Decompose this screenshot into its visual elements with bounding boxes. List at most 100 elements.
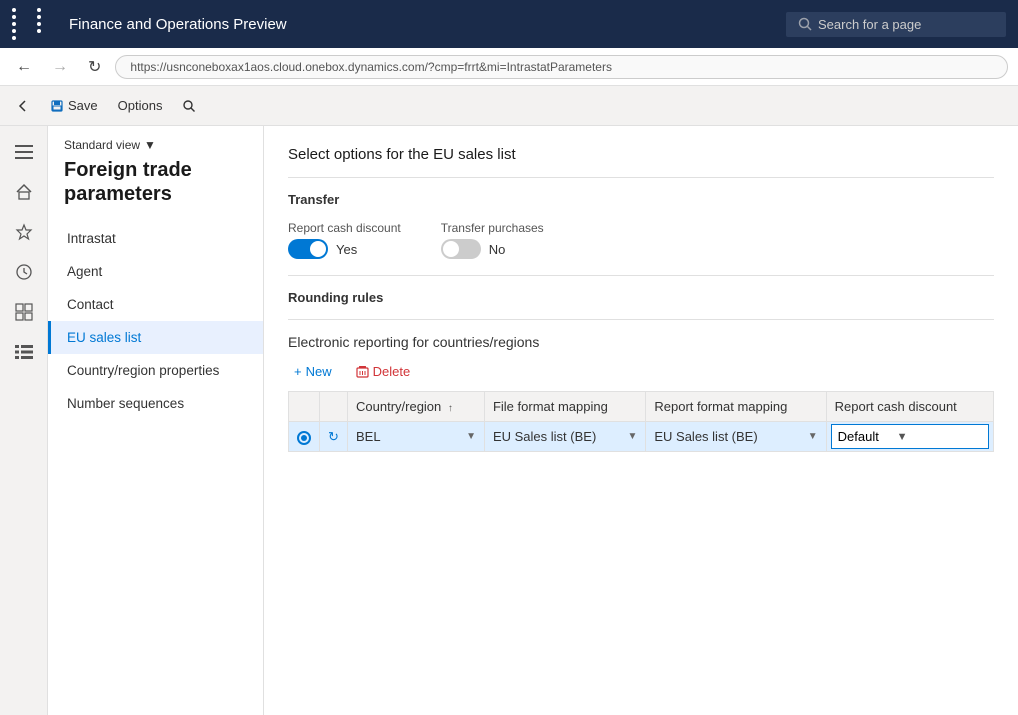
plus-icon: +	[294, 364, 302, 379]
home-icon[interactable]	[6, 174, 42, 210]
dropdown-chevron-icon: ▼	[897, 431, 908, 443]
report-cash-discount-toggle-row: Yes	[288, 239, 401, 259]
sidebar-item-number-sequences[interactable]: Number sequences	[48, 387, 263, 420]
nav-items: Intrastat Agent Contact EU sales list Co…	[48, 222, 263, 420]
options-button[interactable]: Options	[110, 94, 171, 117]
standard-view-selector[interactable]: Standard view ▼	[64, 138, 247, 152]
toggle-thumb-2	[443, 241, 459, 257]
th-country-region[interactable]: Country/region ↑	[348, 392, 485, 422]
back-button[interactable]: ←	[10, 54, 38, 80]
chevron-down-icon-3: ▼	[808, 431, 818, 442]
page-header: Standard view ▼ Foreign trade parameters	[48, 126, 263, 214]
options-label: Options	[118, 98, 163, 113]
trash-icon	[356, 365, 369, 378]
transfer-purchases-field: Transfer purchases No	[441, 221, 544, 259]
new-button[interactable]: + New	[288, 360, 338, 383]
chevron-down-icon: ▼	[144, 138, 156, 152]
new-label: New	[306, 364, 332, 379]
hamburger-icon[interactable]	[6, 134, 42, 170]
sidebar-item-intrastat[interactable]: Intrastat	[48, 222, 263, 255]
rounding-rules-title: Rounding rules	[288, 290, 994, 305]
standard-view-label: Standard view	[64, 138, 140, 152]
report-cash-discount-field: Report cash discount Yes	[288, 221, 401, 259]
save-label: Save	[68, 98, 98, 113]
dropdown-input[interactable]	[838, 429, 893, 444]
th-refresh	[320, 392, 348, 422]
back-nav-button[interactable]	[8, 95, 38, 117]
address-bar: ← → ↻	[0, 48, 1018, 86]
file-format-cell: EU Sales list (BE) ▼	[484, 422, 645, 452]
report-format-select[interactable]: EU Sales list (BE) ▼	[654, 429, 817, 444]
sidebar-item-country-region[interactable]: Country/region properties	[48, 354, 263, 387]
delete-button[interactable]: Delete	[350, 360, 417, 383]
sidebar-item-eu-sales-list[interactable]: EU sales list	[48, 321, 263, 354]
radio-filled	[297, 431, 311, 445]
global-search[interactable]: Search for a page	[786, 12, 1006, 37]
save-button[interactable]: Save	[42, 94, 106, 117]
search-cmd-icon	[182, 99, 196, 113]
delete-label: Delete	[373, 364, 411, 379]
transfer-purchases-label: Transfer purchases	[441, 221, 544, 235]
app-title: Finance and Operations Preview	[69, 16, 776, 33]
report-cash-discount-cell[interactable]: ▼	[826, 422, 993, 452]
app-layout: Standard view ▼ Foreign trade parameters…	[0, 126, 1018, 715]
transfer-section-title: Transfer	[288, 192, 994, 207]
icon-strip	[0, 126, 48, 715]
recent-icon[interactable]	[6, 254, 42, 290]
transfer-purchases-toggle-row: No	[441, 239, 544, 259]
divider-2	[288, 275, 994, 276]
divider-3	[288, 319, 994, 320]
refresh-cell[interactable]: ↻	[320, 422, 348, 452]
transfer-purchases-toggle[interactable]	[441, 239, 481, 259]
report-cash-discount-toggle[interactable]	[288, 239, 328, 259]
modules-icon[interactable]	[6, 294, 42, 330]
table-row[interactable]: ↻ BEL ▼ EU Sales list (BE) ▼	[289, 422, 994, 452]
save-icon	[50, 99, 64, 113]
report-cash-discount-label: Report cash discount	[288, 221, 401, 235]
table-wrapper: Country/region ↑ File format mapping Rep…	[288, 391, 994, 452]
transfer-purchases-value: No	[489, 242, 506, 257]
search-button[interactable]	[174, 95, 204, 117]
sidebar-item-contact[interactable]: Contact	[48, 288, 263, 321]
list-icon[interactable]	[6, 334, 42, 370]
sort-icon: ↑	[448, 403, 453, 414]
page-subtitle: Select options for the EU sales list	[288, 146, 994, 163]
table-toolbar: + New Delete	[288, 360, 994, 383]
er-section-title: Electronic reporting for countries/regio…	[288, 334, 994, 350]
page-title: Foreign trade parameters	[64, 158, 247, 206]
main-content: Select options for the EU sales list Tra…	[264, 126, 1018, 715]
top-bar: Finance and Operations Preview Search fo…	[0, 0, 1018, 48]
command-bar: Save Options	[0, 86, 1018, 126]
refresh-button[interactable]: ↻	[82, 53, 107, 81]
country-region-cell: BEL ▼	[348, 422, 485, 452]
report-format-value: EU Sales list (BE)	[654, 429, 803, 444]
report-cash-discount-value: Yes	[336, 242, 357, 257]
back-nav-icon	[16, 99, 30, 113]
th-file-format-mapping[interactable]: File format mapping	[484, 392, 645, 422]
dropdown-cell[interactable]: ▼	[831, 424, 989, 449]
country-region-value: BEL	[356, 429, 462, 444]
radio-cell	[289, 422, 320, 452]
waffle-menu[interactable]	[12, 8, 59, 40]
url-bar[interactable]	[115, 55, 1008, 79]
refresh-row-icon: ↻	[328, 429, 339, 444]
table-header-row: Country/region ↑ File format mapping Rep…	[289, 392, 994, 422]
sidebar-item-agent[interactable]: Agent	[48, 255, 263, 288]
divider-1	[288, 177, 994, 178]
file-format-value: EU Sales list (BE)	[493, 429, 623, 444]
chevron-down-icon: ▼	[466, 431, 476, 442]
transfer-form-row: Report cash discount Yes Transfer purcha…	[288, 221, 994, 259]
toggle-thumb	[310, 241, 326, 257]
th-report-cash-discount[interactable]: Report cash discount	[826, 392, 993, 422]
electronic-reporting-table: Country/region ↑ File format mapping Rep…	[288, 391, 994, 452]
file-format-select[interactable]: EU Sales list (BE) ▼	[493, 429, 637, 444]
sidebar: Standard view ▼ Foreign trade parameters…	[48, 126, 264, 715]
search-placeholder: Search for a page	[818, 17, 921, 32]
th-radio	[289, 392, 320, 422]
forward-button[interactable]: →	[46, 54, 74, 80]
chevron-down-icon-2: ▼	[627, 431, 637, 442]
favorites-icon[interactable]	[6, 214, 42, 250]
th-report-format-mapping[interactable]: Report format mapping	[646, 392, 826, 422]
report-format-cell: EU Sales list (BE) ▼	[646, 422, 826, 452]
country-region-select[interactable]: BEL ▼	[356, 429, 476, 444]
